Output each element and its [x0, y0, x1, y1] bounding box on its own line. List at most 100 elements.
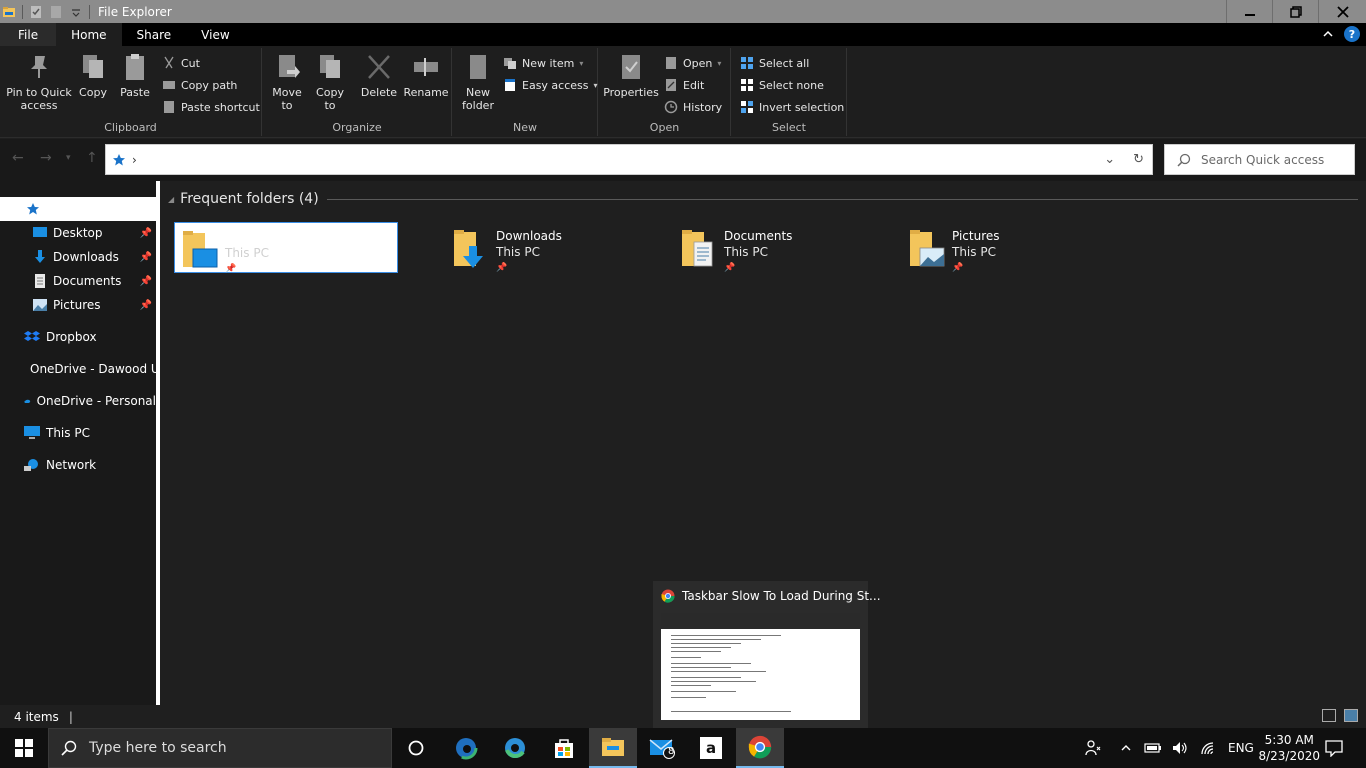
nav-desktop[interactable]: Desktop 📌 — [0, 221, 156, 245]
preview-browser-bar — [661, 613, 860, 629]
taskbar-amazon[interactable]: a — [687, 728, 735, 768]
select-all-button[interactable]: Select all — [740, 53, 809, 73]
start-button[interactable] — [0, 728, 48, 768]
address-dropdown-chevron-icon[interactable]: ⌄ — [1104, 152, 1115, 167]
back-arrow-icon[interactable]: ← — [12, 150, 24, 166]
people-icon[interactable] — [1084, 739, 1102, 757]
taskbar-file-explorer[interactable] — [589, 728, 637, 768]
taskbar-edge-dev[interactable] — [442, 728, 490, 768]
new-folder-button[interactable]: New folder — [459, 52, 497, 112]
new-item-button[interactable]: New item ▾ — [503, 53, 583, 73]
chevron-up-icon[interactable] — [1322, 28, 1334, 40]
copy-path-button[interactable]: Copy path — [162, 75, 237, 95]
downloads-folder-icon — [454, 230, 483, 268]
taskbar-search-input[interactable]: Type here to search — [89, 740, 227, 756]
window-title: File Explorer — [98, 4, 172, 19]
folder-tile-desktop[interactable]: Desktop This PC 📌 — [174, 222, 398, 274]
refresh-icon[interactable]: ↻ — [1133, 152, 1144, 167]
taskbar-mail[interactable]: 8 — [638, 728, 686, 768]
folder-meta: Downloads This PC 📌 — [496, 228, 562, 276]
taskbar-edge[interactable] — [491, 728, 539, 768]
wifi-icon[interactable] — [1200, 741, 1216, 755]
easy-access-button[interactable]: Easy access ▾ — [503, 75, 598, 95]
folder-tile-pictures[interactable]: Pictures This PC 📌 — [902, 222, 1126, 273]
paste-shortcut-button[interactable]: Paste shortcut — [162, 97, 260, 117]
taskbar-store[interactable] — [540, 728, 588, 768]
address-bar[interactable]: › Quick access ⌄ ↻ — [105, 144, 1153, 175]
chrome-icon — [661, 589, 675, 603]
nav-quick-access[interactable]: Quick access — [0, 197, 156, 221]
ribbon: Pin to Quick access Copy Paste Cut Copy … — [0, 46, 1366, 138]
tab-file[interactable]: File — [0, 23, 57, 46]
taskbar-chrome[interactable] — [736, 728, 784, 768]
properties-icon[interactable] — [29, 5, 43, 19]
copy-to-icon — [320, 55, 340, 78]
nav-downloads[interactable]: Downloads 📌 — [0, 245, 156, 269]
cortana-button[interactable] — [392, 728, 440, 768]
input-language[interactable]: ENG — [1228, 741, 1254, 755]
pin-icon[interactable]: 📌 — [140, 252, 152, 263]
invert-selection-button[interactable]: Invert selection — [740, 97, 844, 117]
search-box[interactable]: Search Quick access — [1164, 144, 1355, 175]
maximize-button[interactable] — [1272, 0, 1318, 23]
new-folder-icon[interactable] — [49, 5, 63, 19]
recent-locations-chevron-icon[interactable]: ▾ — [66, 153, 71, 163]
rename-button[interactable]: Rename — [403, 52, 449, 99]
open-button[interactable]: Open ▾ — [664, 53, 721, 73]
preview-text-line — [671, 681, 756, 682]
properties-button[interactable]: Properties — [603, 52, 659, 99]
volume-icon[interactable] — [1172, 741, 1188, 755]
nav-pictures[interactable]: Pictures 📌 — [0, 293, 156, 317]
address-controls: ⌄ ↻ — [1104, 152, 1144, 167]
folder-name: Desktop — [225, 230, 275, 244]
paste-button[interactable]: Paste — [118, 52, 152, 99]
up-arrow-icon[interactable]: ↑ — [86, 150, 98, 166]
battery-icon[interactable] — [1144, 742, 1162, 754]
breadcrumb-separator-icon: › — [132, 152, 137, 167]
move-to-button[interactable]: Move to — [269, 52, 305, 112]
help-icon[interactable]: ? — [1344, 26, 1360, 42]
preview-text-line — [671, 667, 731, 668]
tab-share[interactable]: Share — [122, 23, 187, 46]
pin-icon[interactable]: 📌 — [140, 228, 152, 239]
breadcrumb[interactable]: Quick access — [145, 153, 223, 167]
nav-onedrive-work[interactable]: OneDrive - Dawood U — [0, 357, 156, 381]
select-none-icon — [741, 79, 753, 91]
collapse-chevron-icon[interactable]: ◢ — [168, 195, 174, 204]
frequent-folders-header[interactable]: ◢ Frequent folders (4) — [168, 191, 1358, 207]
select-none-button[interactable]: Select none — [740, 75, 824, 95]
forward-arrow-icon[interactable]: → — [40, 150, 52, 166]
history-button[interactable]: History — [664, 97, 722, 117]
folder-tile-documents[interactable]: Documents This PC 📌 — [674, 222, 898, 273]
delete-x-icon — [368, 55, 390, 79]
pin-icon[interactable]: 📌 — [140, 276, 152, 287]
nav-onedrive-personal[interactable]: OneDrive - Personal — [0, 389, 156, 413]
close-button[interactable] — [1318, 0, 1366, 23]
large-icons-view-icon[interactable] — [1344, 709, 1358, 722]
nav-documents[interactable]: Documents 📌 — [0, 269, 156, 293]
edit-button[interactable]: Edit — [664, 75, 704, 95]
pin-icon[interactable]: 📌 — [140, 300, 152, 311]
minimize-button[interactable] — [1226, 0, 1272, 23]
action-center-button[interactable] — [1316, 728, 1352, 768]
delete-button[interactable]: Delete — [359, 52, 399, 99]
taskbar-clock[interactable]: 5:30 AM 8/23/2020 — [1258, 732, 1320, 764]
tab-home[interactable]: Home — [56, 23, 122, 46]
nav-network[interactable]: Network — [0, 453, 156, 477]
search-input[interactable]: Search Quick access — [1201, 153, 1324, 167]
taskbar-thumbnail-preview[interactable]: Taskbar Slow To Load During St... — [653, 581, 881, 728]
nav-this-pc[interactable]: This PC — [0, 421, 156, 445]
open-icon — [666, 57, 676, 69]
details-view-icon[interactable] — [1322, 709, 1336, 722]
copy-to-button[interactable]: Copy to — [313, 52, 347, 112]
taskbar-search-box[interactable]: Type here to search — [48, 728, 392, 768]
documents-folder-icon — [682, 230, 713, 267]
cut-button[interactable]: Cut — [162, 53, 200, 73]
folder-tile-downloads[interactable]: Downloads This PC 📌 — [446, 222, 670, 273]
chevron-up-icon[interactable] — [1120, 742, 1132, 754]
copy-button[interactable]: Copy — [76, 52, 110, 99]
chevron-down-icon[interactable] — [69, 5, 83, 19]
tab-view[interactable]: View — [186, 23, 244, 46]
nav-dropbox[interactable]: Dropbox — [0, 325, 156, 349]
pin-to-quick-access-button[interactable]: Pin to Quick access — [6, 52, 72, 112]
